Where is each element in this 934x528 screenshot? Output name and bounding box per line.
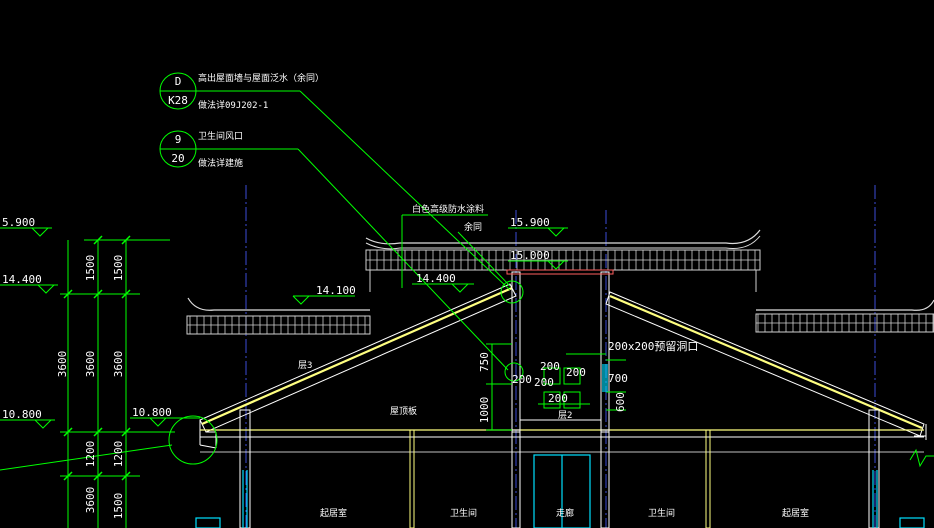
section-drawing: D K28 高出屋面墙与屋面泛水（余同） 做法详09J202-1 9 20 卫生… (0, 72, 934, 528)
vent-dim-5: 200 (512, 373, 532, 386)
callout-1-bottom: K28 (168, 94, 188, 107)
label-room4: 卫生间 (648, 507, 675, 519)
dim-a-4: 1200 (84, 441, 97, 468)
callout-1-line1: 高出屋面墙与屋面泛水（余同） (198, 72, 324, 84)
elev-top-2: 15.000 (510, 249, 550, 262)
vent-dim-7: 600 (614, 392, 627, 412)
elev-top-1: 15.900 (510, 216, 550, 229)
right-eave-roof (755, 299, 934, 333)
same-note: 余同 (464, 221, 482, 233)
dim-b-2: 3600 (112, 351, 125, 378)
elev-left-2: 14.400 (2, 273, 42, 286)
callout-2-line1: 卫生间风口 (198, 130, 243, 142)
elev-left-1: 5.900 (2, 216, 35, 229)
detail-circles (0, 280, 524, 471)
vent-dim-1: 200 (540, 360, 560, 373)
vent-dim-4: 200 (548, 392, 568, 405)
elev-mid-1: 14.100 (316, 284, 356, 297)
label-room5: 起居室 (782, 507, 809, 519)
dim-b-3: 1200 (112, 441, 125, 468)
floor-slab (200, 429, 924, 453)
elev-left-3: 10.800 (2, 408, 42, 421)
callout-1-top: D (175, 75, 182, 88)
elev-left-4: 10.800 (132, 406, 172, 419)
dim-a-3: 3600 (84, 351, 97, 378)
dim-b-1: 1500 (112, 255, 125, 282)
axis-lines (245, 185, 876, 528)
vent-size-note: 200x200预留洞口 (608, 340, 698, 353)
dim-mid-2: 1000 (478, 397, 491, 424)
dim-a-2: 3600 (56, 351, 69, 378)
elev-mid-2: 14.400 (416, 272, 456, 285)
cad-drawing-canvas[interactable]: D K28 高出屋面墙与屋面泛水（余同） 做法详09J202-1 9 20 卫生… (0, 0, 934, 528)
label-room2: 卫生间 (450, 507, 477, 519)
label-floor2: 层2 (558, 410, 572, 421)
callout-2-top: 9 (175, 133, 182, 146)
vent-dim-3: 200 (534, 376, 554, 389)
dim-a-5: 3600 (84, 487, 97, 514)
label-floor3: 层3 (298, 360, 312, 371)
waterproof-note: 白色高级防水涂料 (412, 203, 484, 215)
callout-2-line2: 做法详建施 (198, 157, 243, 169)
left-eave-roof (186, 297, 371, 335)
callout-1-line2: 做法详09J202-1 (198, 99, 268, 111)
dim-b-4: 1500 (112, 493, 125, 520)
label-room3: 走廊 (556, 507, 574, 519)
dim-mid-1: 750 (478, 352, 491, 372)
vent-dim-6: 700 (608, 372, 628, 385)
dim-a-1: 1500 (84, 255, 97, 282)
callout-2-bottom: 20 (171, 152, 184, 165)
label-room1: 起居室 (320, 507, 347, 519)
label-slab: 屋顶板 (390, 405, 417, 417)
vent-dim-2: 200 (566, 366, 586, 379)
